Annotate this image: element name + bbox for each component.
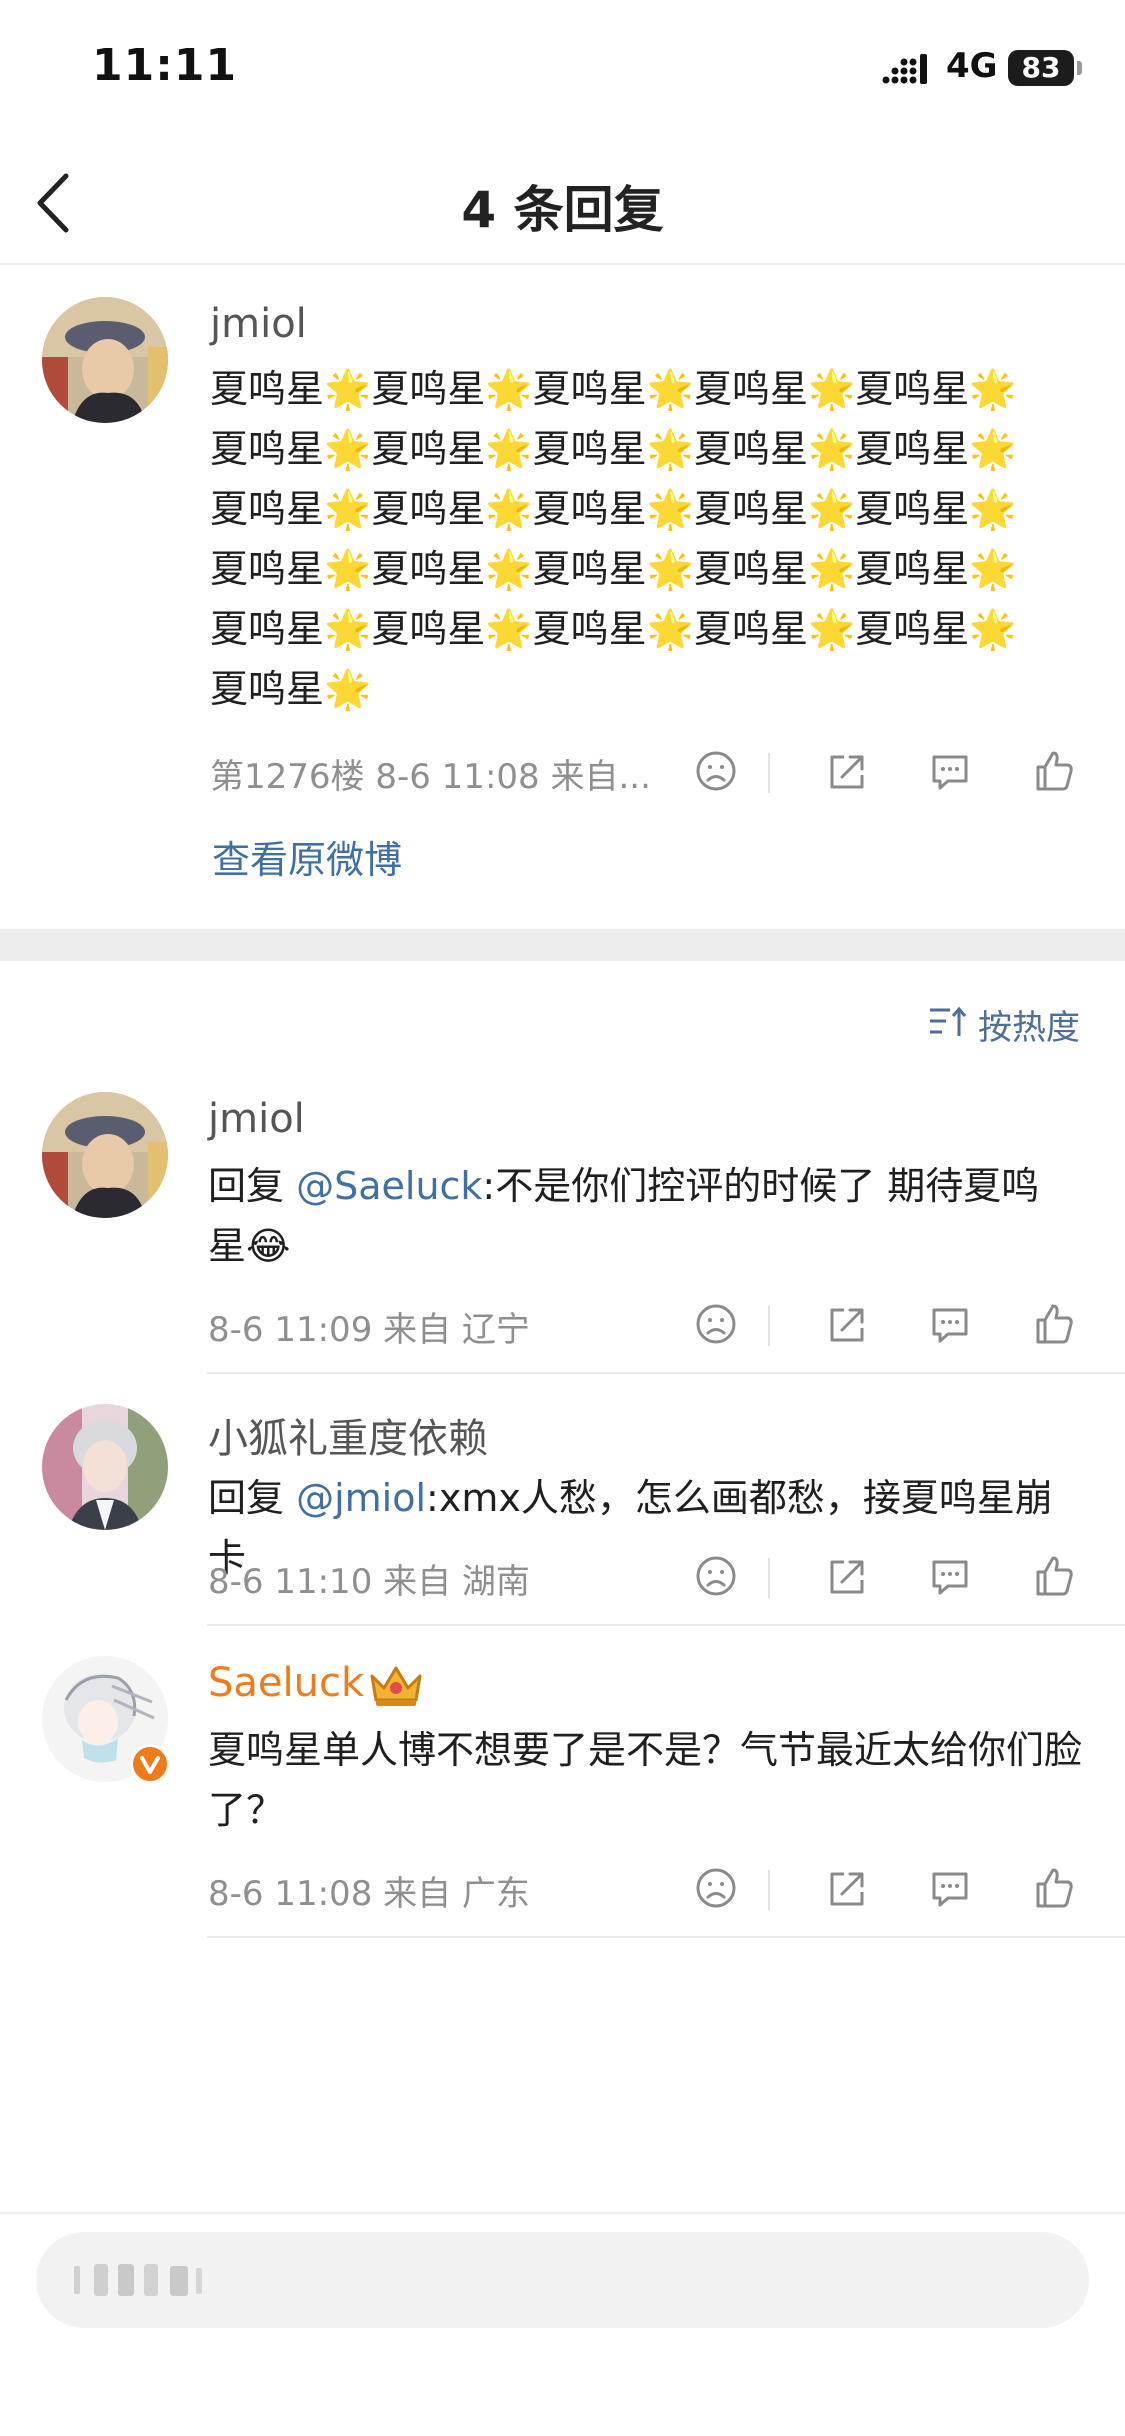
share-button[interactable] (820, 1550, 872, 1602)
mention-link[interactable]: @Saeluck (296, 1164, 482, 1208)
share-button[interactable] (820, 1862, 872, 1914)
share-icon (830, 1560, 864, 1594)
avatar[interactable] (42, 1404, 168, 1530)
action-separator (768, 753, 770, 793)
reply-actions (690, 1550, 1090, 1606)
placeholder-blur (74, 2264, 202, 2296)
nav-bar: 4 条回复 (0, 140, 1125, 265)
comment-button[interactable] (924, 1862, 976, 1914)
avatar[interactable] (42, 297, 168, 423)
page-title: 4 条回复 (461, 181, 664, 239)
verified-badge (130, 1744, 170, 1784)
reply-text: 回复 @Saeluck:不是你们控评的时候了 期待夏鸣星😂 (208, 1156, 1068, 1276)
battery-icon: 83 (1008, 50, 1074, 86)
reply-meta: 8-6 11:08 来自 广东 (208, 1874, 530, 1914)
sad-face-icon (696, 1556, 736, 1596)
reply-username[interactable]: 小狐礼重度依赖 (208, 1406, 488, 1464)
comment-username[interactable]: jmiol (210, 301, 307, 347)
comment-meta: 第1276楼 8-6 11:08 来自... (210, 757, 651, 797)
comment-actions (690, 745, 1090, 801)
reply-meta: 8-6 11:10 来自 湖南 (208, 1562, 530, 1602)
reply-username[interactable]: Saeluck (208, 1660, 364, 1706)
dislike-button[interactable] (690, 745, 742, 797)
share-icon (830, 1308, 864, 1342)
reply-divider (207, 1936, 1125, 1938)
like-button[interactable] (1028, 1298, 1080, 1350)
thumbs-up-icon (1036, 1556, 1073, 1596)
share-icon (830, 1872, 864, 1906)
avatar-image (42, 1092, 168, 1218)
view-original-link[interactable]: 查看原微博 (212, 829, 402, 884)
section-gap (0, 929, 1125, 961)
dislike-button[interactable] (690, 1862, 742, 1914)
reply-text: 夏鸣星单人博不想要了是不是？气节最近太给你们脸了？ (208, 1728, 1083, 1832)
comment-icon (932, 1872, 968, 1907)
battery-level: 83 (1021, 51, 1061, 84)
comment-icon (932, 1560, 968, 1595)
reply-divider (207, 1372, 1125, 1374)
comment-text: 夏鸣星🌟夏鸣星🌟夏鸣星🌟夏鸣星🌟夏鸣星🌟夏鸣星🌟夏鸣星🌟夏鸣星🌟夏鸣星🌟夏鸣星🌟… (210, 367, 1017, 711)
sad-face-icon (696, 751, 736, 791)
action-separator (768, 1870, 770, 1910)
reply-username[interactable]: jmiol (208, 1096, 305, 1142)
root-comment: jmiol 夏鸣星🌟夏鸣星🌟夏鸣星🌟夏鸣星🌟夏鸣星🌟夏鸣星🌟夏鸣星🌟夏鸣星🌟夏鸣… (0, 267, 1125, 929)
battery-tip (1077, 61, 1082, 75)
comment-icon (932, 755, 968, 790)
network-type: 4G (946, 46, 998, 86)
action-separator (768, 1306, 770, 1346)
like-button[interactable] (1028, 1862, 1080, 1914)
comment-button[interactable] (924, 1298, 976, 1350)
sort-label: 按热度 (978, 1008, 1080, 1048)
reply-actions (690, 1862, 1090, 1918)
action-separator (768, 1558, 770, 1598)
avatar-image (42, 297, 168, 423)
sad-face-icon (696, 1868, 736, 1908)
thumbs-up-icon (1036, 1304, 1073, 1344)
signal-icon (882, 54, 927, 84)
reply-prefix: 回复 (208, 1164, 297, 1208)
reply-divider (207, 1624, 1125, 1626)
reply-input[interactable] (36, 2232, 1089, 2328)
avatar-image (42, 1404, 168, 1530)
comment-button[interactable] (924, 1550, 976, 1602)
sort-icon (930, 1006, 967, 1036)
share-icon (830, 755, 864, 789)
dislike-button[interactable] (690, 1298, 742, 1350)
share-button[interactable] (820, 1298, 872, 1350)
reply-actions (690, 1298, 1090, 1354)
status-bar: 11:11 4G 83 (0, 0, 1125, 140)
comment-button[interactable] (924, 745, 976, 797)
like-button[interactable] (1028, 1550, 1080, 1602)
sad-face-icon (696, 1304, 736, 1344)
like-button[interactable] (1028, 745, 1080, 797)
crown-icon (370, 1666, 422, 1706)
reply-prefix: 回复 (208, 1476, 297, 1520)
reply-meta: 8-6 11:09 来自 辽宁 (208, 1310, 530, 1350)
thumbs-up-icon (1036, 1868, 1073, 1908)
avatar[interactable] (42, 1092, 168, 1218)
share-button[interactable] (820, 745, 872, 797)
dislike-button[interactable] (690, 1550, 742, 1602)
verified-v-icon (140, 1756, 160, 1774)
thumbs-up-icon (1036, 751, 1073, 791)
bottom-divider (0, 2212, 1125, 2214)
mention-link[interactable]: @jmiol (296, 1476, 426, 1520)
status-time: 11:11 (92, 40, 238, 91)
comment-icon (932, 1308, 968, 1343)
